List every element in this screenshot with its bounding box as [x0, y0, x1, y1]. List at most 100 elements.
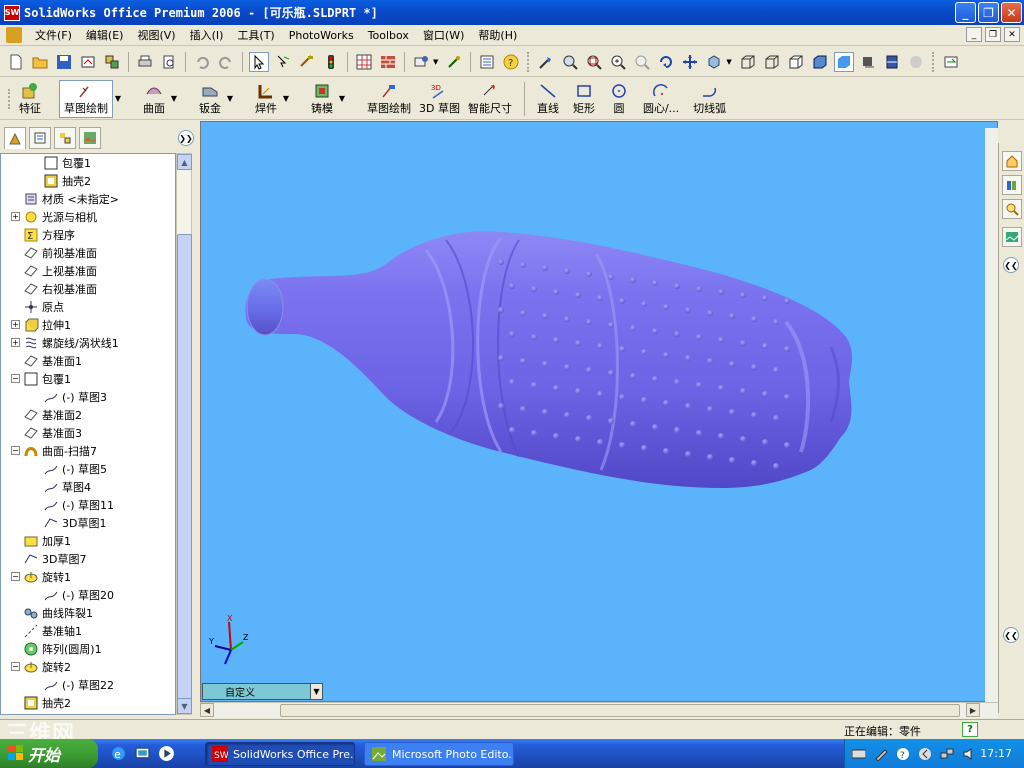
- configuration-combo[interactable]: 自定义 ▼: [202, 683, 323, 700]
- options-icon[interactable]: [411, 52, 431, 72]
- make-assembly-icon[interactable]: [102, 52, 122, 72]
- toolbar-grip[interactable]: [527, 51, 530, 72]
- menu-file[interactable]: 文件(F): [28, 27, 79, 43]
- menu-tools[interactable]: 工具(T): [230, 27, 281, 43]
- grid-icon[interactable]: [354, 52, 374, 72]
- hidden-lines-removed-icon[interactable]: [786, 52, 806, 72]
- tree-item[interactable]: − 曲面-扫描7: [11, 442, 97, 460]
- save-icon[interactable]: [54, 52, 74, 72]
- internet-explorer-icon[interactable]: e: [110, 745, 127, 762]
- zoom-to-area-icon[interactable]: [584, 52, 604, 72]
- hidden-lines-visible-icon[interactable]: [762, 52, 782, 72]
- tree-item[interactable]: − 包覆1: [11, 370, 71, 388]
- menu-toolbox[interactable]: Toolbox: [361, 29, 416, 42]
- bottle-body[interactable]: [245, 231, 853, 488]
- toolbox-icon[interactable]: [444, 52, 464, 72]
- tree-item[interactable]: (-) 草图20: [43, 586, 114, 604]
- menu-edit[interactable]: 编辑(E): [79, 27, 131, 43]
- tree-item[interactable]: 曲线阵裂1: [23, 604, 93, 622]
- cmd-circle-button[interactable]: 圆: [605, 80, 633, 118]
- zoom-in-out-icon[interactable]: [608, 52, 628, 72]
- section-view-icon[interactable]: [882, 52, 902, 72]
- rotate-view-icon[interactable]: [656, 52, 676, 72]
- print-preview-icon[interactable]: [159, 52, 179, 72]
- cmd-features-button[interactable]: 特征: [15, 80, 45, 118]
- cmd-3d-sketch-button[interactable]: 3D 3D 草图: [415, 80, 464, 118]
- tree-item[interactable]: 材质 <未指定>: [23, 190, 119, 208]
- collapse-icon[interactable]: −: [11, 446, 20, 455]
- shaded-icon[interactable]: [833, 51, 854, 72]
- tree-item[interactable]: 基准面3: [23, 424, 82, 442]
- feature-tree-scrollbar[interactable]: ▲ ▼: [176, 153, 192, 715]
- keyboard-icon[interactable]: [851, 746, 867, 762]
- show-desktop-icon[interactable]: [134, 745, 151, 762]
- sketch-dropdown-icon[interactable]: ▼: [113, 94, 123, 103]
- tree-item[interactable]: 基准面1: [23, 352, 82, 370]
- tree-item[interactable]: 上视基准面: [23, 262, 97, 280]
- pen-tool-icon[interactable]: [873, 746, 889, 762]
- scroll-left-icon[interactable]: ◀: [200, 703, 214, 717]
- collapse-panel-icon[interactable]: ❯❯: [178, 130, 194, 146]
- start-button[interactable]: 开始: [0, 739, 98, 768]
- options-dropdown-arrow-icon[interactable]: ▼: [433, 58, 438, 66]
- menu-view[interactable]: 视图(V): [130, 27, 182, 43]
- graphics-area[interactable]: X Y Z: [200, 121, 998, 702]
- tree-item[interactable]: 右视基准面: [23, 280, 97, 298]
- tree-item[interactable]: + 光源与相机: [11, 208, 97, 226]
- tree-item[interactable]: (-) 草图11: [43, 496, 114, 514]
- standard-views-icon[interactable]: [704, 52, 724, 72]
- minimize-button[interactable]: _: [955, 2, 976, 23]
- open-folder-icon[interactable]: [30, 52, 50, 72]
- tree-item[interactable]: 3D草图1: [43, 514, 106, 532]
- bottle-model[interactable]: [201, 122, 998, 702]
- solidworks-logo-icon[interactable]: [6, 27, 22, 43]
- chevron-down-icon[interactable]: ▼: [310, 684, 322, 699]
- pan-icon[interactable]: [680, 52, 700, 72]
- undo-icon[interactable]: [192, 52, 212, 72]
- tree-item[interactable]: (-) 草图22: [43, 676, 114, 694]
- tree-item[interactable]: 包覆1: [43, 154, 91, 172]
- cmd-centerpoint-arc-button[interactable]: 圆心/...: [639, 80, 683, 118]
- tree-item[interactable]: + 拉伸1: [11, 316, 71, 334]
- view-palette-icon[interactable]: [1002, 227, 1022, 247]
- bottle-mouth[interactable]: [246, 278, 284, 336]
- doc-minimize-button[interactable]: _: [966, 27, 982, 42]
- media-player-icon[interactable]: [158, 745, 175, 762]
- shaded-with-edges-icon[interactable]: [810, 52, 830, 72]
- expand-icon[interactable]: +: [11, 320, 20, 329]
- make-drawing-icon[interactable]: [78, 52, 98, 72]
- menu-photoworks[interactable]: PhotoWorks: [282, 29, 361, 42]
- menu-help[interactable]: 帮助(H): [471, 27, 524, 43]
- toolbar-grip[interactable]: [931, 51, 935, 72]
- surfaces-dropdown-icon[interactable]: ▼: [169, 94, 179, 103]
- tree-item[interactable]: 前视基准面: [23, 244, 97, 262]
- cmd-tangent-arc-button[interactable]: 切线弧: [689, 80, 730, 118]
- cmd-smart-dimension-button[interactable]: 智能尺寸: [464, 80, 516, 118]
- task-solidworks[interactable]: SW SolidWorks Office Pre...: [205, 742, 355, 766]
- cmd-surfaces-button[interactable]: 曲面: [139, 80, 169, 118]
- tree-item[interactable]: Σ 方程序: [23, 226, 75, 244]
- scroll-down-icon[interactable]: ▼: [177, 698, 192, 714]
- back-arrow-icon[interactable]: [917, 746, 933, 762]
- close-button[interactable]: ✕: [1001, 2, 1022, 23]
- scroll-right-icon[interactable]: ▶: [966, 703, 980, 717]
- scroll-thumb[interactable]: [177, 234, 192, 704]
- sheet-metal-dropdown-icon[interactable]: ▼: [225, 94, 235, 103]
- task-pane-expand-icon[interactable]: ❮❮: [1003, 627, 1019, 643]
- traffic-light-icon[interactable]: [321, 52, 341, 72]
- cmd-line-button[interactable]: 直线: [533, 80, 563, 118]
- realview-icon[interactable]: [906, 52, 926, 72]
- tree-item[interactable]: 抽壳2: [43, 172, 91, 190]
- expand-icon[interactable]: +: [11, 212, 20, 221]
- select-arrow-icon[interactable]: [249, 51, 269, 72]
- expand-icon[interactable]: +: [11, 338, 20, 347]
- task-photo-editor[interactable]: Microsoft Photo Edito...: [364, 742, 514, 766]
- viewport-horizontal-scrollbar[interactable]: ◀ ▶: [200, 702, 998, 718]
- tree-item[interactable]: 加厚1: [23, 532, 71, 550]
- tree-item[interactable]: 基准面2: [23, 406, 82, 424]
- tree-item[interactable]: 原点: [23, 298, 64, 316]
- weldments-dropdown-icon[interactable]: ▼: [281, 94, 291, 103]
- properties-list-icon[interactable]: [477, 52, 497, 72]
- collapse-icon[interactable]: −: [11, 572, 20, 581]
- redo-icon[interactable]: [216, 52, 236, 72]
